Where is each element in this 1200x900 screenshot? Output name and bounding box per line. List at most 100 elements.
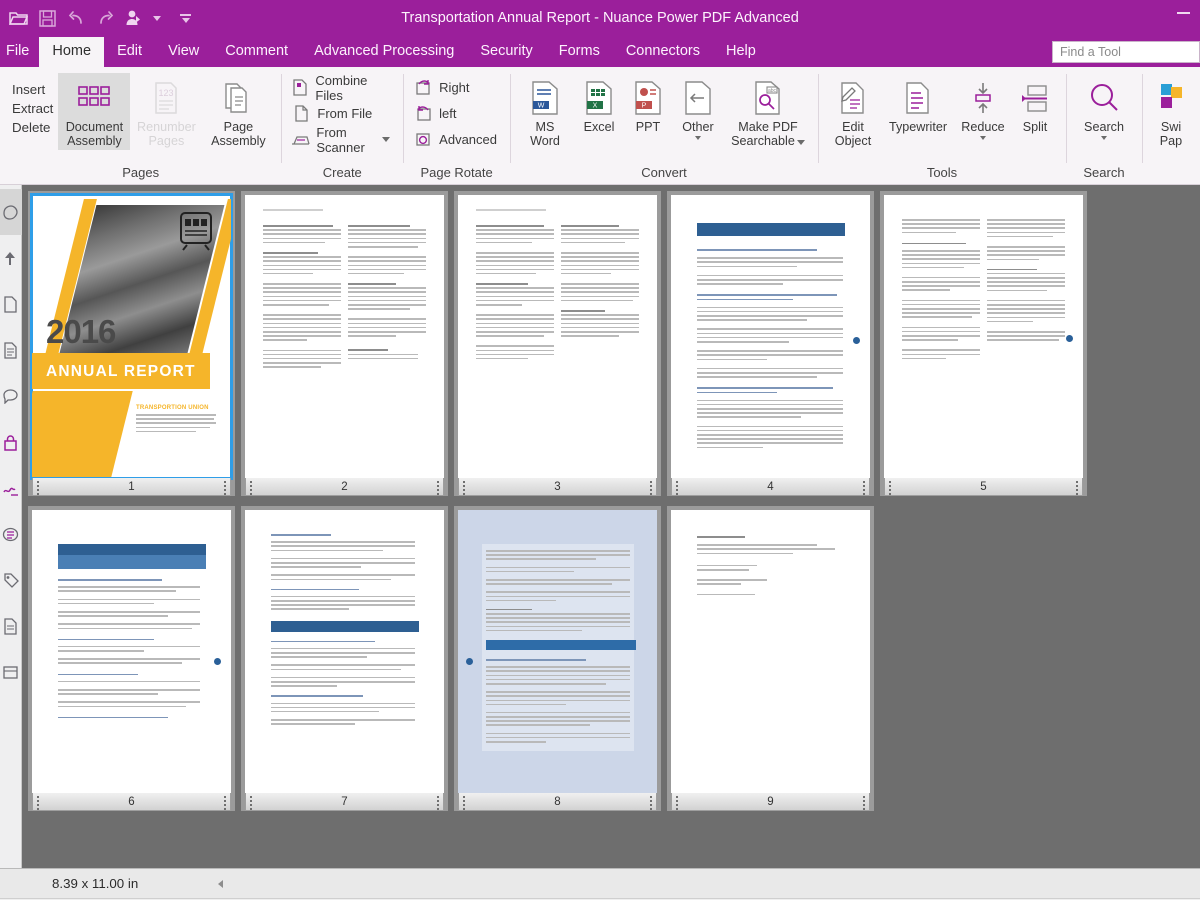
collapse-panel-icon[interactable]: [218, 880, 223, 888]
reduce-button[interactable]: Reduce: [955, 73, 1011, 142]
cover-year: 2016: [46, 313, 115, 351]
edit-object-button[interactable]: Edit Object: [825, 73, 881, 150]
extract-pages-button[interactable]: Extract: [9, 100, 56, 117]
make-pdf-searchable-caret-icon[interactable]: [797, 140, 805, 145]
page-assembly-button[interactable]: Page Assembly: [202, 73, 274, 150]
convert-other-button[interactable]: Other: [671, 73, 725, 142]
page-preview-1[interactable]: 2016 ANNUAL REPORT TRANSPORTION UNION: [32, 195, 231, 478]
switch-paper-button[interactable]: Swi Pap: [1149, 73, 1193, 150]
thumbnail-page-6[interactable]: 6: [28, 506, 241, 811]
page-number-8: 8: [554, 796, 560, 808]
convert-ppt-button[interactable]: P PPT: [625, 73, 671, 136]
document-panel-icon[interactable]: [0, 327, 22, 373]
page7-section-banner: [271, 621, 419, 632]
minimize-button[interactable]: [1177, 12, 1190, 14]
thumbnail-page-8[interactable]: 8: [454, 506, 667, 811]
typewriter-button[interactable]: Typewriter: [881, 73, 955, 136]
stamp-icon[interactable]: [124, 8, 144, 28]
svg-text:123: 123: [159, 88, 174, 98]
delete-pages-button[interactable]: Delete: [9, 119, 56, 136]
customize-qat-icon[interactable]: [180, 14, 191, 23]
rotate-left-button[interactable]: left: [410, 101, 503, 126]
pages-panel-icon[interactable]: [0, 189, 22, 235]
convert-ms-word-button[interactable]: W MS Word: [517, 73, 573, 150]
typewriter-label: Typewriter: [889, 120, 947, 134]
page-preview-3[interactable]: [458, 195, 657, 478]
make-pdf-searchable-button[interactable]: abc Make PDF Searchable: [725, 73, 811, 150]
rotate-advanced-button[interactable]: Advanced: [410, 127, 503, 152]
tab-edit[interactable]: Edit: [104, 37, 155, 67]
layers-panel-icon[interactable]: [0, 511, 22, 557]
thumbnail-page-5[interactable]: 5: [880, 191, 1093, 496]
signature-panel-icon[interactable]: [0, 465, 22, 511]
page-number-4: 4: [767, 481, 773, 493]
search-caret-icon[interactable]: [1101, 136, 1107, 140]
save-icon[interactable]: [37, 8, 57, 28]
tab-help[interactable]: Help: [713, 37, 769, 67]
page-preview-9[interactable]: [671, 510, 870, 793]
other-convert-caret-icon[interactable]: [695, 136, 701, 140]
thumbnail-page-9[interactable]: 9: [667, 506, 880, 811]
redo-icon[interactable]: [95, 8, 115, 28]
thumbnail-page-3[interactable]: 3: [454, 191, 667, 496]
ms-word-icon: W: [531, 77, 559, 119]
page-preview-2[interactable]: [245, 195, 444, 478]
convert-excel-button[interactable]: X Excel: [573, 73, 625, 136]
rotate-right-button[interactable]: Right: [410, 75, 503, 100]
reduce-caret-icon[interactable]: [980, 136, 986, 140]
thumbnail-page-4[interactable]: 4: [667, 191, 880, 496]
tab-file[interactable]: File: [0, 37, 39, 67]
title-bar: Transportation Annual Report - Nuance Po…: [0, 0, 1200, 36]
renumber-pages-button[interactable]: 123 Renumber Pages: [130, 73, 202, 150]
from-file-button[interactable]: From File: [288, 101, 396, 126]
tab-connectors[interactable]: Connectors: [613, 37, 713, 67]
status-bar: 8.39 x 11.00 in: [0, 868, 1200, 898]
page4-blue-header: [697, 223, 845, 236]
destinations-panel-icon[interactable]: [0, 649, 22, 695]
page6-section-header: [58, 555, 206, 569]
tab-advanced-processing[interactable]: Advanced Processing: [301, 37, 467, 67]
from-scanner-caret-icon[interactable]: [382, 137, 390, 142]
document-assembly-button[interactable]: Document Assembly: [58, 73, 130, 150]
page-preview-8[interactable]: [458, 510, 657, 793]
page-preview-6[interactable]: [32, 510, 231, 793]
content-panel-icon[interactable]: [0, 603, 22, 649]
page-preview-7[interactable]: [245, 510, 444, 793]
open-folder-icon[interactable]: [8, 8, 28, 28]
from-scanner-button[interactable]: From Scanner: [288, 127, 396, 152]
ribbon-group-page-rotate: Right left Advanced Page Rotate: [403, 67, 510, 185]
page-thumbnail-canvas[interactable]: 2016 ANNUAL REPORT TRANSPORTION UNION: [22, 185, 1200, 868]
bookmarks-panel-icon[interactable]: [0, 235, 22, 281]
stamp-dropdown-caret-icon[interactable]: [153, 16, 161, 21]
page-preview-4[interactable]: [671, 195, 870, 478]
ribbon-tab-bar: File Home Edit View Comment Advanced Pro…: [0, 36, 1200, 67]
attachments-panel-icon[interactable]: [0, 281, 22, 327]
tab-home[interactable]: Home: [39, 37, 104, 67]
find-a-tool-input[interactable]: Find a Tool: [1052, 41, 1200, 63]
thumbnail-page-1[interactable]: 2016 ANNUAL REPORT TRANSPORTION UNION: [28, 191, 241, 496]
cover-triangle: [32, 391, 133, 477]
edit-object-label-2: Object: [835, 134, 871, 148]
cover-org-name: TRANSPORTION: [136, 405, 186, 411]
page-size-label: 8.39 x 11.00 in: [52, 876, 138, 891]
combine-files-button[interactable]: Combine Files: [288, 75, 396, 100]
tab-comment[interactable]: Comment: [212, 37, 301, 67]
page-number-5: 5: [980, 481, 986, 493]
security-lock-icon[interactable]: [0, 419, 22, 465]
comments-panel-icon[interactable]: [0, 373, 22, 419]
train-logo-icon: [177, 209, 215, 251]
ribbon-group-page-rotate-title: Page Rotate: [403, 165, 510, 185]
split-button[interactable]: Split: [1011, 73, 1059, 136]
page-number-7: 7: [341, 796, 347, 808]
page-number-3: 3: [554, 481, 560, 493]
tab-security[interactable]: Security: [467, 37, 545, 67]
undo-icon[interactable]: [66, 8, 86, 28]
tags-panel-icon[interactable]: [0, 557, 22, 603]
insert-pages-button[interactable]: Insert: [9, 81, 56, 98]
thumbnail-page-7[interactable]: 7: [241, 506, 454, 811]
search-button[interactable]: Search: [1073, 73, 1135, 142]
page-preview-5[interactable]: [884, 195, 1083, 478]
tab-view[interactable]: View: [155, 37, 212, 67]
thumbnail-page-2[interactable]: 2: [241, 191, 454, 496]
tab-forms[interactable]: Forms: [546, 37, 613, 67]
